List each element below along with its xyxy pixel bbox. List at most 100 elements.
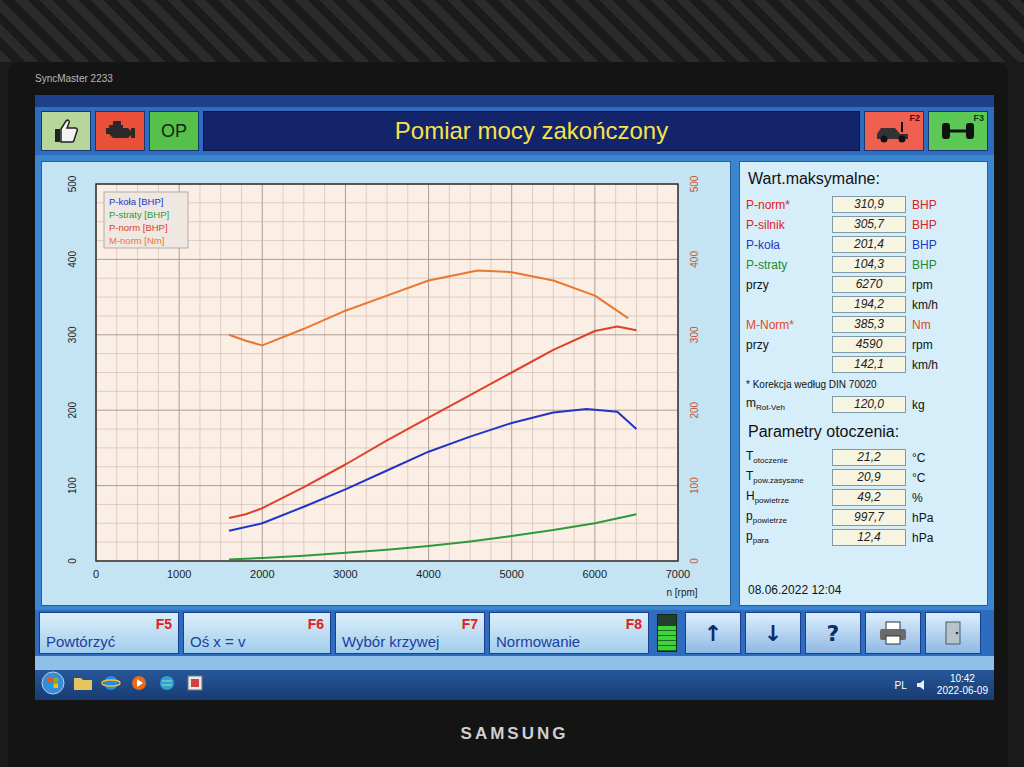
y-right-tick: 200 [689, 401, 700, 418]
mass-symbol: m [746, 396, 756, 410]
x-tick: 7000 [666, 568, 690, 580]
value-label: P-straty [746, 258, 826, 272]
series-line [229, 271, 628, 346]
op-button[interactable]: OP [149, 111, 199, 151]
x-tick: 1000 [167, 568, 191, 580]
value-label: przy [746, 278, 826, 292]
app-strip [35, 95, 994, 107]
function-button[interactable]: F2 [864, 111, 924, 151]
unit-label: BHP [912, 198, 981, 212]
function-button[interactable]: F3 [928, 111, 988, 151]
unit-label: % [912, 491, 981, 505]
x-tick: 6000 [583, 568, 607, 580]
y-left-tick: 0 [67, 558, 78, 564]
clock-date: 2022-06-09 [937, 685, 988, 697]
brand-logo: SAMSUNG [461, 724, 569, 744]
function-button[interactable]: Oś x = vF6 [183, 612, 331, 654]
legend-item: P-koła [BHP] [109, 196, 163, 207]
language-indicator[interactable]: PL [895, 680, 907, 691]
y-right-tick: 500 [689, 175, 700, 192]
media-icon [129, 674, 149, 692]
title-bar: Pomiar mocy zakończony [203, 111, 860, 151]
function-button[interactable]: NormowanieF8 [489, 612, 649, 654]
nav-button[interactable]: ? [805, 612, 861, 654]
value-field: 12,4 [832, 529, 906, 546]
legend: P-koła [BHP]P-straty [BHP]P-norm [BHP]M-… [104, 192, 188, 248]
ambient-symbol: H [746, 489, 755, 503]
mass-row: mRot-Veh120,0kg [746, 396, 981, 413]
taskbar-item[interactable] [185, 674, 205, 696]
mass-label: mRot-Veh [746, 396, 826, 412]
value-field: 21,2 [832, 449, 906, 466]
series-line [229, 514, 636, 559]
ambient-grid: Totoczenie21,2°CTpow.zasysane20,9°CHpowi… [746, 449, 981, 546]
chart-panel: 01000200030004000500060007000n [rpm]0100… [41, 161, 731, 606]
bezel-top: SyncMaster 2233 [35, 62, 994, 95]
unit-label: km/h [912, 358, 981, 372]
background-wall [0, 0, 1024, 62]
x-tick: 3000 [333, 568, 357, 580]
max-values-title: Wart.maksymalne: [748, 170, 981, 188]
value-label: M-Norm* [746, 318, 826, 332]
ambient-subscript: para [753, 537, 769, 546]
button-label: Powtórzyć [46, 633, 115, 650]
meter-fill [658, 626, 676, 651]
taskbar-item[interactable] [129, 674, 149, 696]
taskbar-item[interactable] [101, 674, 121, 696]
x-tick: 2000 [250, 568, 274, 580]
unit-label: BHP [912, 258, 981, 272]
value-field: 305,7 [832, 216, 906, 233]
value-field: 142,1 [832, 356, 906, 373]
windows-logo-icon [41, 671, 65, 695]
function-button[interactable]: Wybór krzywejF7 [335, 612, 485, 654]
thumbs-up-icon [51, 116, 81, 146]
ok-button[interactable] [41, 111, 91, 151]
screen: OPPomiar mocy zakończonyF2F3010002000300… [35, 95, 994, 700]
exit-button[interactable] [925, 612, 981, 654]
nav-glyph: ? [827, 621, 840, 646]
x-tick: 0 [93, 568, 99, 580]
series-line [229, 409, 636, 531]
volume-icon [915, 678, 929, 692]
unit-label: hPa [912, 531, 981, 545]
y-right-tick: 300 [689, 326, 700, 343]
y-right-tick: 400 [689, 251, 700, 268]
key-label: F8 [626, 616, 642, 632]
main-area: 01000200030004000500060007000n [rpm]0100… [35, 155, 994, 610]
value-label: P-silnik [746, 218, 826, 232]
x-axis-label: n [rpm] [666, 587, 697, 598]
ambient-title: Parametry otoczenia: [748, 423, 981, 441]
app-icon [185, 674, 205, 692]
taskbar: PL 10:422022-06-09 [35, 670, 994, 700]
value-field: 20,9 [832, 469, 906, 486]
meter-track [657, 614, 677, 652]
ambient-symbol: T [746, 449, 753, 463]
function-button[interactable]: PowtórzyćF5 [39, 612, 179, 654]
x-tick: 5000 [499, 568, 523, 580]
unit-label: km/h [912, 298, 981, 312]
value-field: 310,9 [832, 196, 906, 213]
printer-icon [877, 620, 909, 646]
title: Pomiar mocy zakończony [395, 117, 668, 145]
correction-note: * Korekcja według DIN 70020 [746, 379, 981, 390]
value-field: 201,4 [832, 236, 906, 253]
y-left-tick: 400 [67, 251, 78, 268]
clock[interactable]: 10:422022-06-09 [937, 673, 988, 697]
start-button[interactable] [41, 671, 65, 699]
value-field: 6270 [832, 276, 906, 293]
legend-item: P-straty [BHP] [109, 209, 169, 220]
taskbar-item[interactable] [73, 674, 93, 696]
taskbar-item[interactable] [157, 674, 177, 696]
nav-button[interactable]: ↓ [745, 612, 801, 654]
print-button[interactable] [865, 612, 921, 654]
nav-button[interactable]: ↑ [685, 612, 741, 654]
ambient-subscript: otoczenie [753, 457, 787, 466]
value-field: 997,7 [832, 509, 906, 526]
axle-icon [938, 118, 978, 144]
level-meter [653, 612, 681, 654]
unit-label: kg [912, 398, 981, 412]
engine-button[interactable] [95, 111, 145, 151]
mass-subscript: Rot-Veh [756, 404, 785, 413]
ambient-label: Tpow.zasysane [746, 469, 826, 485]
monitor: SyncMaster 2233 OP Pomiar mocy zakończony F… [8, 62, 1008, 767]
